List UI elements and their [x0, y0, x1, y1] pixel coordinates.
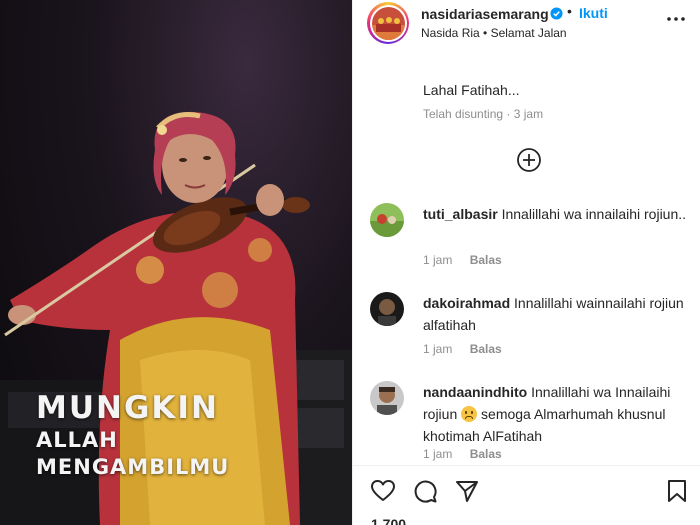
- post-header: nasidariasemarang • Ikuti Nasida Ria • S…: [353, 0, 700, 48]
- comment-text-part-2: semoga Almarhumah khusnul khotimah AlFat…: [423, 406, 666, 444]
- author-avatar[interactable]: [367, 2, 409, 44]
- post-details-panel: nasidariasemarang • Ikuti Nasida Ria • S…: [352, 0, 700, 525]
- video-overlay-line-3: MENGAMBILMU: [36, 455, 230, 479]
- reply-button[interactable]: Balas: [470, 447, 502, 461]
- video-overlay-line-2: ALLAH: [36, 428, 118, 452]
- likes-count[interactable]: 1.700: [371, 516, 406, 525]
- commenter-username[interactable]: tuti_albasir: [423, 206, 498, 222]
- sad-face-emoji-icon: [461, 406, 478, 422]
- follow-button[interactable]: Ikuti: [579, 5, 608, 21]
- commenter-username[interactable]: nandaanindhito: [423, 384, 527, 400]
- heart-icon[interactable]: [370, 478, 396, 504]
- separator-dot: •: [567, 3, 572, 19]
- commenter-username[interactable]: dakoirahmad: [423, 295, 510, 311]
- comment-text: Innalillahi wa innailaihi rojiun..: [501, 206, 687, 222]
- reply-button[interactable]: Balas: [470, 253, 502, 267]
- reply-button[interactable]: Balas: [470, 342, 502, 356]
- load-more-icon[interactable]: [516, 147, 542, 173]
- commenter-avatar[interactable]: [370, 292, 404, 326]
- caption-meta: Telah disunting · 3 jam: [423, 107, 544, 121]
- commenter-avatar[interactable]: [370, 381, 404, 415]
- comment-icon[interactable]: [412, 478, 438, 504]
- comment-time: 1 jam: [423, 342, 453, 356]
- video-overlay-line-1: MUNGKIN: [36, 390, 219, 426]
- author-username[interactable]: nasidariasemarang: [421, 6, 549, 22]
- post-audio-subtitle[interactable]: Nasida Ria • Selamat Jalan: [421, 26, 567, 40]
- commenter-avatar[interactable]: [370, 203, 404, 237]
- bookmark-icon[interactable]: [664, 478, 690, 504]
- verified-icon: [550, 7, 563, 20]
- action-bar: 1.700: [353, 465, 700, 525]
- comment-time: 1 jam: [423, 447, 453, 461]
- more-options-icon[interactable]: [665, 8, 687, 30]
- share-icon[interactable]: [454, 478, 480, 504]
- post-video[interactable]: MUNGKIN ALLAH MENGAMBILMU: [0, 0, 352, 525]
- post-caption: Lahal Fatihah...: [423, 82, 520, 98]
- comment-time: 1 jam: [423, 253, 453, 267]
